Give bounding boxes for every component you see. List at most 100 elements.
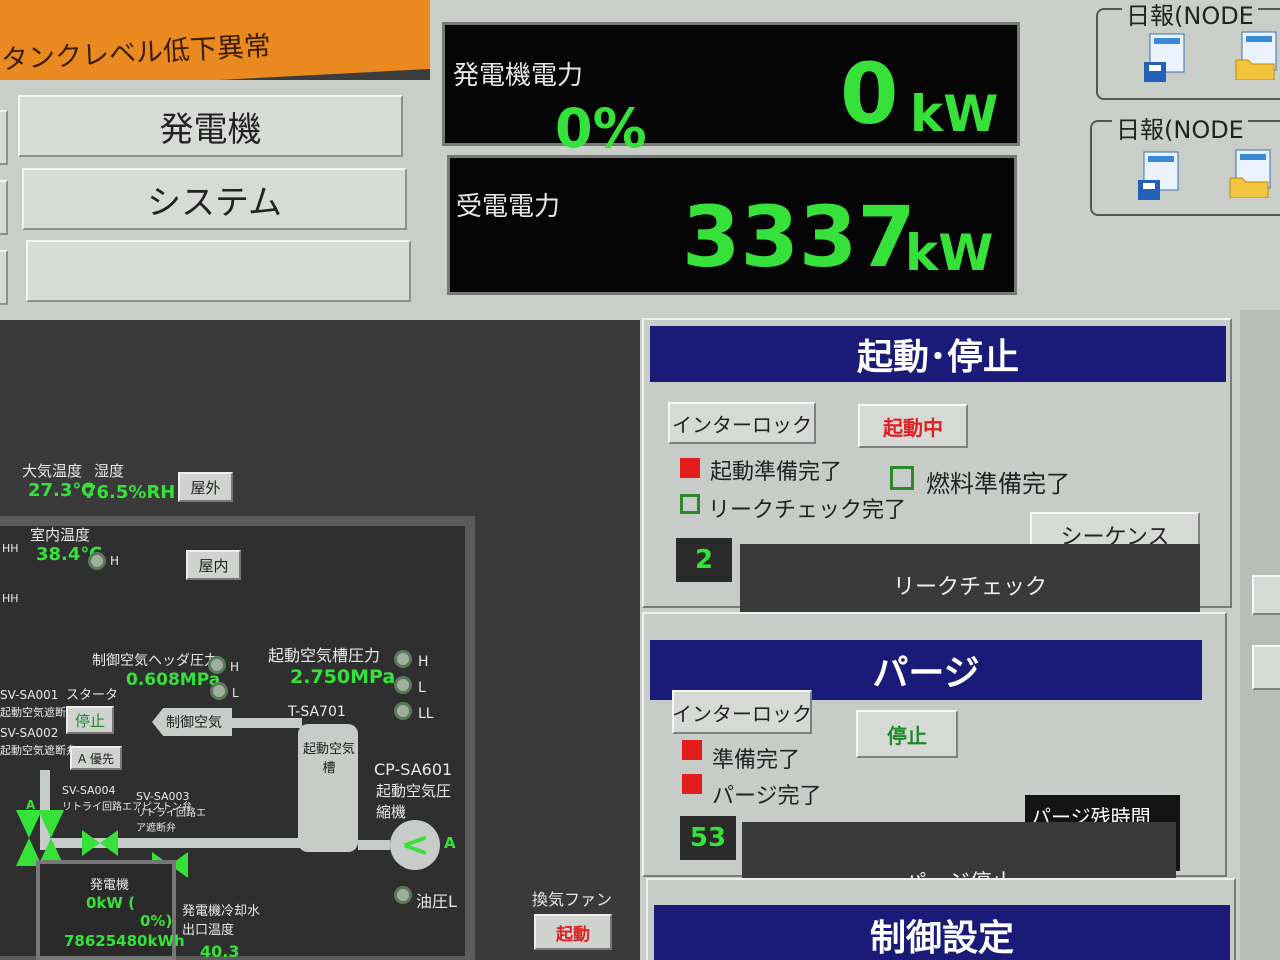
system-diagram: 大気温度 湿度 27.3℃ 76.5%RH 屋外 室内温度 38.4℃ H HH… xyxy=(0,320,640,960)
edge-panel xyxy=(1240,310,1280,960)
tank-pressure-h-label: H xyxy=(418,654,429,670)
sv-sa004-id: SV-SA004 xyxy=(62,784,116,797)
start-ready-label: 起動準備完了 xyxy=(710,460,843,485)
start-step-number: 2 xyxy=(676,538,732,582)
outside-button[interactable]: 屋外 xyxy=(178,472,233,502)
valve-sa004-icon[interactable] xyxy=(80,828,120,862)
nav-side-tab[interactable] xyxy=(0,250,8,305)
indoor-h-lamp xyxy=(88,552,106,570)
ventilation-fan-start-button[interactable]: 起動 xyxy=(534,914,612,950)
generator-power-value: 0 xyxy=(840,45,899,143)
tank-name: 起動空気槽 xyxy=(302,742,355,776)
purge-done-label: パージ完了 xyxy=(712,784,822,809)
open-folder-icon[interactable] xyxy=(1228,148,1272,199)
nav-side-tab[interactable] xyxy=(0,110,8,165)
outside-temp-label: 大気温度 xyxy=(22,462,83,480)
generator-hours: 78625480kWh xyxy=(64,932,185,950)
control-screen: タンクレベル低下異常 発電機 システム 発電機電力 0% 0 kW 受電電力 3… xyxy=(0,0,1280,960)
header-pressure-h-lamp xyxy=(208,656,226,674)
purge-step-number: 53 xyxy=(680,816,736,860)
header-pressure-l-label: L xyxy=(232,686,239,700)
humidity-value: 76.5%RH xyxy=(84,482,176,503)
tank-pressure-ll-lamp xyxy=(394,702,412,720)
tank-id: T-SA701 xyxy=(288,704,346,720)
main-pipe xyxy=(40,838,300,848)
leak-check-indicator xyxy=(680,494,700,514)
indoor-hh-label: HH xyxy=(2,542,19,555)
sv-sa001-id: SV-SA001 xyxy=(0,688,59,702)
leak-check-label: リークチェック完了 xyxy=(708,498,907,523)
nav-button-label: システム xyxy=(147,182,282,223)
purge-interlock-button[interactable]: インターロック xyxy=(672,690,812,734)
humidity-label: 湿度 xyxy=(94,462,125,480)
purge-done-indicator xyxy=(682,774,702,794)
purge-ready-label: 準備完了 xyxy=(712,748,801,773)
compressor-name: 起動空気圧縮機 xyxy=(376,782,452,821)
daily-report-label: 日報(NODE xyxy=(1122,0,1258,31)
indoor-button[interactable]: 屋内 xyxy=(186,550,241,580)
indoor-h-label: H xyxy=(110,554,120,568)
start-stop-title: 起動･停止 xyxy=(650,326,1226,382)
tank-pressure-value: 2.750MPa xyxy=(290,666,396,688)
control-air-label: 制御空気 xyxy=(166,715,222,731)
generator-power: 0kW ( xyxy=(86,894,136,912)
cooling-water-value: 40.3 xyxy=(200,942,240,960)
header-pressure-value: 0.608MPa xyxy=(126,670,221,690)
nav-button-label: 発電機 xyxy=(159,109,262,150)
daily-report-node-1: 日報(NODE xyxy=(1096,0,1280,100)
tank-pressure-ll-label: LL xyxy=(418,706,434,722)
header-pressure-l-lamp xyxy=(210,682,228,700)
compressor-running-icon: < xyxy=(390,820,440,870)
indoor-temp-label: 室内温度 xyxy=(30,526,91,544)
received-power-label: 受電電力 xyxy=(456,192,561,222)
compressor-a-label: A xyxy=(444,834,456,852)
purge-status-button[interactable]: 停止 xyxy=(856,710,958,758)
header-pressure-h-label: H xyxy=(230,660,240,674)
tank-pressure-h-lamp xyxy=(394,650,412,668)
start-stop-interlock-button[interactable]: インターロック xyxy=(668,402,816,444)
start-status-button[interactable]: 起動中 xyxy=(858,404,968,448)
nav-button-generator[interactable]: 発電機 xyxy=(18,95,403,157)
purge-ready-indicator xyxy=(682,740,702,760)
nav-button-blank[interactable] xyxy=(26,240,411,302)
tank-pressure-label: 起動空気槽圧力 xyxy=(268,646,381,665)
control-settings-title: 制御設定 xyxy=(654,905,1230,960)
save-report-icon[interactable] xyxy=(1138,150,1182,200)
save-report-icon[interactable] xyxy=(1144,32,1188,82)
received-power-meter: 受電電力 3337 kW xyxy=(447,155,1017,295)
sv-sa002-id: SV-SA002 xyxy=(0,726,59,740)
sv-sa003-desc: リトライ回路エア遮断弁 xyxy=(136,808,206,834)
tank-pressure-l-lamp xyxy=(394,676,412,694)
daily-report-label: 日報(NODE xyxy=(1112,110,1248,145)
valve-a-label: A xyxy=(26,798,36,812)
starter-stop-button[interactable]: 停止 xyxy=(66,706,114,734)
fuel-ready-indicator xyxy=(890,466,914,490)
priority-button[interactable]: A 優先 xyxy=(70,746,122,770)
edge-button[interactable] xyxy=(1252,575,1280,615)
sv-sa003-id: SV-SA003 xyxy=(136,790,190,803)
generator-label: 発電機 xyxy=(90,878,130,893)
fuel-ready-label: 燃料準備完了 xyxy=(926,470,1070,498)
nav-button-system[interactable]: システム xyxy=(22,168,407,230)
nav-side-tab[interactable] xyxy=(0,180,8,235)
compressor-id: CP-SA601 xyxy=(374,760,453,779)
received-power-unit: kW xyxy=(905,224,994,282)
cooling-water-label: 発電機冷却水出口温度 xyxy=(182,904,261,938)
oil-pressure-label: 油圧L xyxy=(416,892,457,911)
starter-label: スタータ xyxy=(66,688,119,703)
compressor-pipe xyxy=(358,840,390,850)
daily-report-node-2: 日報(NODE xyxy=(1090,110,1280,216)
received-power-value: 3337 xyxy=(682,188,916,286)
oil-pressure-lamp xyxy=(394,886,412,904)
generator-power-label: 発電機電力 xyxy=(453,61,584,91)
tank-pressure-l-label: L xyxy=(418,680,426,696)
start-ready-indicator xyxy=(680,458,700,478)
edge-button[interactable] xyxy=(1252,645,1280,690)
ventilation-fan-label: 換気ファン xyxy=(532,890,613,909)
generator-box: 発電機 0kW ( 0%) 78625480kWh xyxy=(36,860,185,960)
generator-power-percent: 0% xyxy=(555,97,647,160)
generator-power-unit: kW xyxy=(910,85,999,143)
open-folder-icon[interactable] xyxy=(1234,30,1278,81)
air-tank: 起動空気槽 xyxy=(298,724,358,852)
hh-label: HH xyxy=(2,592,19,605)
